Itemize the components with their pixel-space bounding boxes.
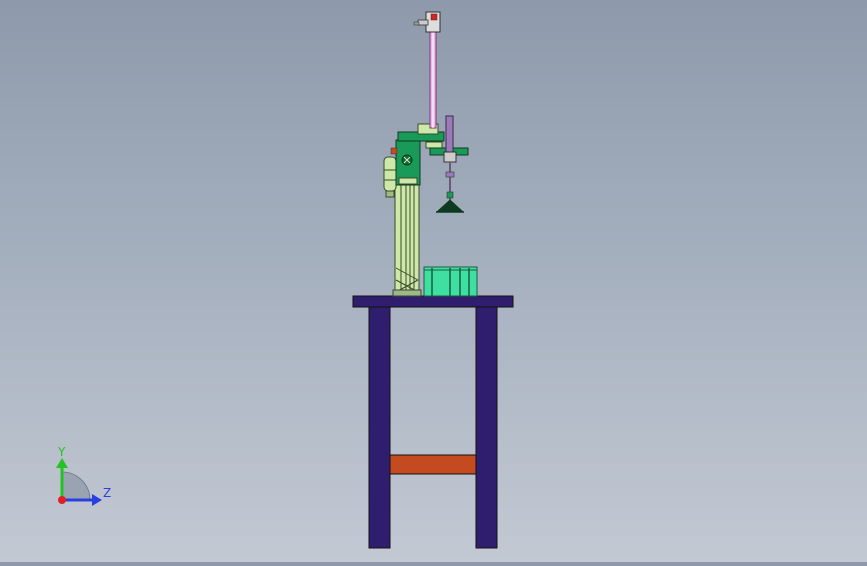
support-frame[interactable] [392, 184, 422, 297]
table-crossbar[interactable] [389, 454, 477, 475]
z-axis-label: Z [103, 486, 111, 500]
triad-origin [58, 496, 66, 504]
parts-bin[interactable] [423, 266, 478, 297]
table-top[interactable] [352, 295, 514, 308]
gripper-cylinder[interactable] [436, 115, 464, 213]
motor-unit[interactable] [383, 156, 397, 198]
lift-column[interactable] [413, 11, 441, 129]
work-table[interactable] [352, 295, 514, 549]
cad-viewport[interactable]: Y Z [0, 0, 867, 562]
table-leg-right[interactable] [475, 306, 498, 549]
y-axis-label: Y [57, 445, 66, 459]
table-leg-left[interactable] [368, 306, 391, 549]
axis-triad: Y Z [56, 445, 111, 506]
